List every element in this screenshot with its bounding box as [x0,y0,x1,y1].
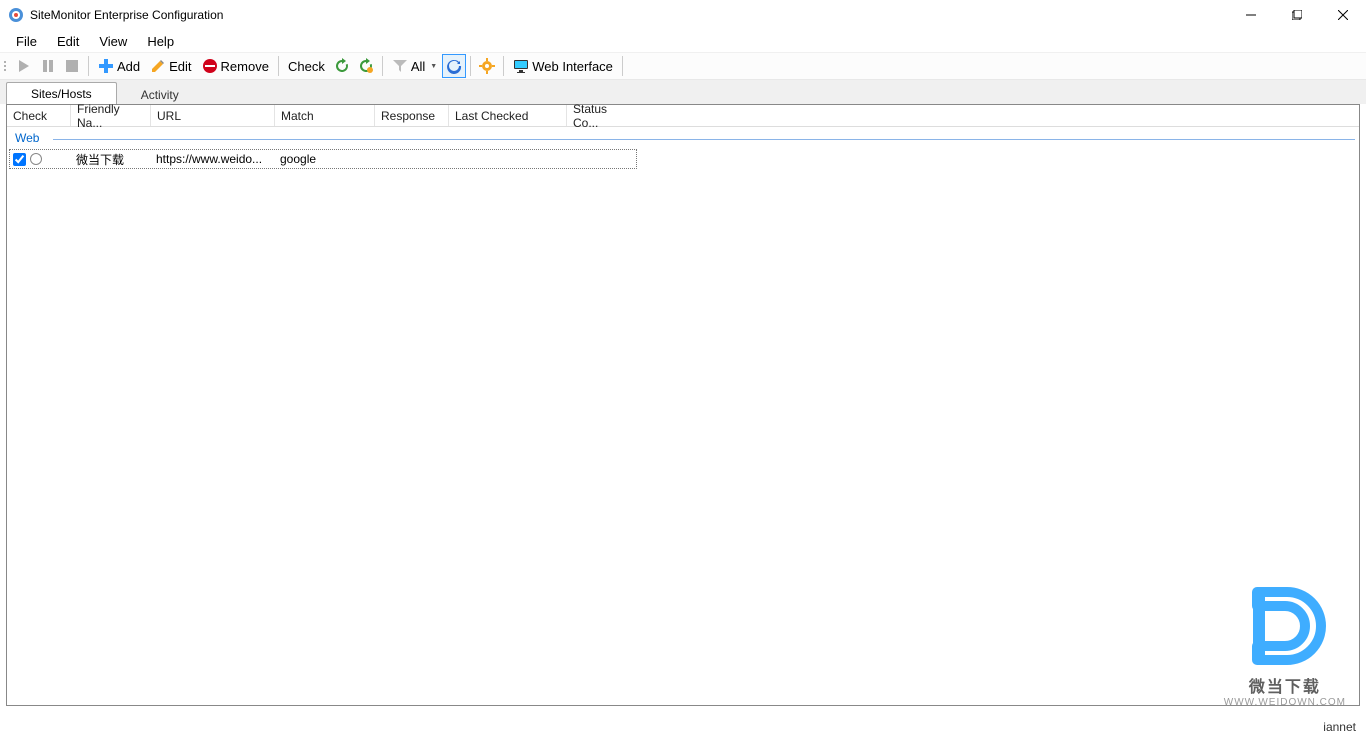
status-user: iannet [1323,720,1356,734]
col-url[interactable]: URL [151,105,275,126]
pencil-icon [150,58,166,74]
play-button[interactable] [12,54,36,78]
window-title: SiteMonitor Enterprise Configuration [30,8,1228,22]
separator [622,56,623,76]
refresh-all-icon [358,58,374,74]
titlebar: SiteMonitor Enterprise Configuration [0,0,1366,30]
column-headers: Check Friendly Na... URL Match Response … [7,105,1359,127]
minimize-button[interactable] [1228,0,1274,30]
stop-button[interactable] [60,54,84,78]
col-check[interactable]: Check [7,105,71,126]
funnel-icon [392,58,408,74]
menu-file[interactable]: File [6,32,47,51]
remove-icon [202,58,218,74]
cell-friendly-name: 微当下载 [70,151,150,168]
status-indicator-icon [30,153,42,165]
chevron-down-icon: ▼ [430,63,437,70]
col-last-checked[interactable]: Last Checked [449,105,567,126]
play-icon [16,58,32,74]
statusbar: iannet [0,716,1366,738]
row-checkbox[interactable] [10,153,28,166]
pause-button[interactable] [36,54,60,78]
plus-icon [98,58,114,74]
separator [503,56,504,76]
col-friendly-name[interactable]: Friendly Na... [71,105,151,126]
separator [88,56,89,76]
cell-match: google [274,152,374,166]
edit-button[interactable]: Edit [145,54,196,78]
group-web[interactable]: Web [7,127,1359,149]
tabstrip: Sites/Hosts Activity [0,80,1366,104]
monitor-icon [513,58,529,74]
separator [470,56,471,76]
col-match[interactable]: Match [275,105,375,126]
all-label: All [411,59,425,74]
toolbar: Add Edit Remove Check All ▼ Web Interface [0,52,1366,80]
refresh-blue-icon [446,58,462,74]
gear-icon [479,58,495,74]
settings-button[interactable] [475,54,499,78]
separator [278,56,279,76]
refresh-blue-button[interactable] [442,54,466,78]
window-controls [1228,0,1366,30]
maximize-button[interactable] [1274,0,1320,30]
col-status-code[interactable]: Status Co... [567,105,637,126]
menu-help[interactable]: Help [137,32,184,51]
add-label: Add [117,59,140,74]
add-button[interactable]: Add [93,54,145,78]
filter-all-button[interactable]: All ▼ [387,54,442,78]
cell-url: https://www.weido... [150,152,274,166]
refresh-green1-button[interactable] [330,54,354,78]
separator [382,56,383,76]
menu-edit[interactable]: Edit [47,32,89,51]
refresh-green2-button[interactable] [354,54,378,78]
pause-icon [40,58,56,74]
web-interface-label: Web Interface [532,59,613,74]
check-label: Check [288,59,325,74]
menubar: File Edit View Help [0,30,1366,52]
stop-icon [64,58,80,74]
toolbar-grip [4,56,10,76]
app-icon [8,7,24,23]
check-button[interactable]: Check [283,54,330,78]
table-row[interactable]: 微当下载 https://www.weido... google [9,149,637,169]
remove-label: Remove [221,59,269,74]
refresh-icon [334,58,350,74]
checkbox-input[interactable] [13,153,26,166]
remove-button[interactable]: Remove [197,54,274,78]
grid-area: Check Friendly Na... URL Match Response … [6,104,1360,706]
col-response[interactable]: Response [375,105,449,126]
edit-label: Edit [169,59,191,74]
menu-view[interactable]: View [89,32,137,51]
web-interface-button[interactable]: Web Interface [508,54,618,78]
close-button[interactable] [1320,0,1366,30]
group-web-label: Web [15,131,45,145]
